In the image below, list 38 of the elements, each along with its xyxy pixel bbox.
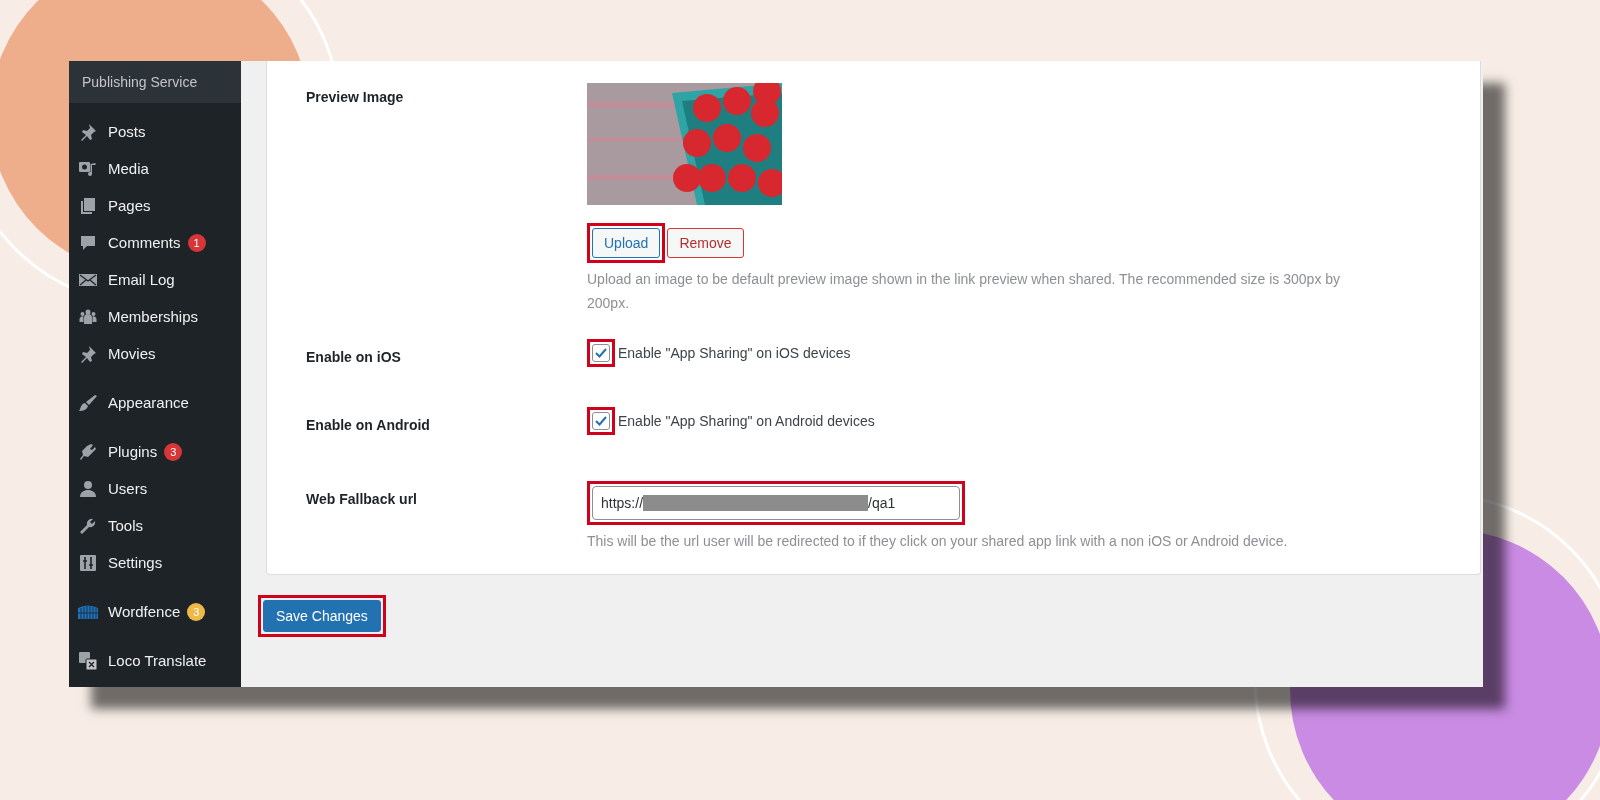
sidebar-item[interactable]: Media [69, 150, 241, 187]
sidebar-item[interactable]: Movies [69, 335, 241, 372]
sidebar-item[interactable]: Wordfence 3 [69, 593, 241, 630]
checkbox-label: Enable "App Sharing" on Android devices [618, 413, 875, 429]
checkbox[interactable] [592, 344, 610, 362]
field-label: Enable on Android [306, 416, 431, 435]
field-label: Enable on iOS [306, 348, 402, 367]
field-label: Web Fallback url [306, 490, 418, 509]
sidebar-item[interactable]: Plugins 3 [69, 433, 241, 470]
sidebar-item[interactable]: Memberships [69, 298, 241, 335]
user-icon [78, 478, 98, 499]
count-badge: 3 [164, 442, 183, 461]
url-field[interactable]: https:// /qa1 [592, 486, 960, 520]
sidebar-item[interactable]: Tools [69, 507, 241, 544]
field-label: Preview Image [306, 88, 405, 107]
paintbrush-icon [78, 392, 98, 413]
count-badge: 1 [187, 233, 206, 252]
plug-icon [78, 441, 98, 462]
upload-button[interactable]: Upload [592, 228, 661, 258]
help-text: This will be the url user will be redirected to if they click on your shared app link with a non iOS or Android device. [587, 532, 1289, 551]
sidebar-item[interactable]: Pages [69, 187, 241, 224]
sidebar-item[interactable]: Posts [69, 113, 241, 150]
save-changes-button[interactable]: Save Changes [263, 600, 381, 632]
count-badge: 3 [187, 602, 206, 621]
sidebar-item[interactable]: Users [69, 470, 241, 507]
sliders-icon [78, 552, 98, 573]
help-text: Upload an image to be default preview image shown in the link preview when shared. The recommended size is 300px by 200px. [587, 270, 1342, 313]
sidebar-item[interactable]: Loco Translate [69, 642, 241, 679]
site-title[interactable]: Publishing Service [69, 61, 241, 103]
sidebar-item[interactable]: Appearance [69, 384, 241, 421]
remove-button[interactable]: Remove [667, 228, 744, 258]
translate-icon [78, 650, 98, 671]
checkbox-label: Enable "App Sharing" on iOS devices [618, 345, 851, 361]
sidebar-item[interactable]: Settings [69, 544, 241, 581]
pages-icon [78, 195, 98, 216]
sidebar-item[interactable]: Email Log [69, 261, 241, 298]
checkbox[interactable] [592, 412, 610, 430]
sidebar-item[interactable]: Comments 1 [69, 224, 241, 261]
